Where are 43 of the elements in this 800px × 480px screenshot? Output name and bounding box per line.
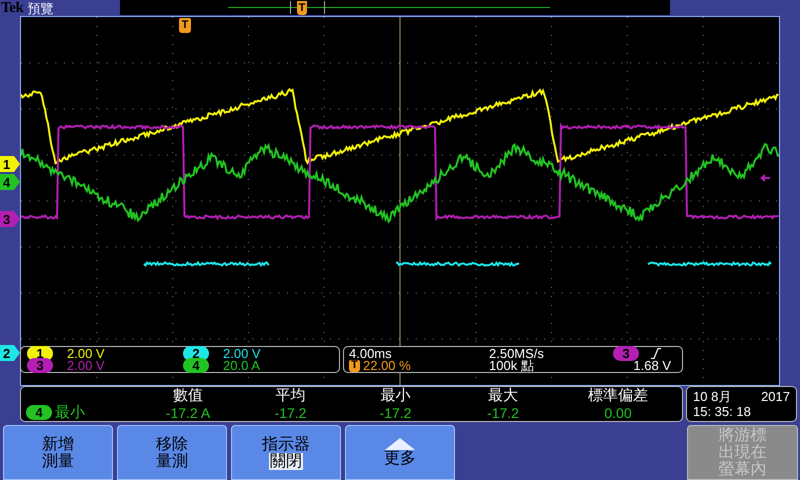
measurement-value: -17.2 A [164,406,212,420]
channel-badge: 4 [26,405,52,420]
channel-badge: 4 [183,358,209,374]
rising-edge-icon [651,348,661,359]
brand-logo: Tek [1,0,24,16]
softkey-button[interactable]: 指示器 關閉 [231,425,341,480]
measurement-value: -17.2 [378,406,412,420]
trigger-marker: T [179,18,191,33]
channel-marker[interactable]: 1 [0,156,20,172]
trigger-marker: T [297,1,307,15]
date: 10 8月 [693,389,732,404]
acquisition-status: 預覽 [28,2,54,14]
channel-scale: 2.00 V [223,346,261,360]
trigger-level-icon [760,174,770,182]
measurement-value: -17.2 [486,406,520,420]
column-header: 最大 [487,388,519,403]
column-header: 平均 [274,388,306,403]
up-arrow-icon [385,438,415,450]
channel-marker[interactable]: 3 [0,211,20,227]
measurement-value: -17.2 [274,406,308,420]
channel-scale: 20.0 A [223,359,260,372]
record-length: 100k 點 [489,359,534,372]
softkey-button[interactable]: 移除 量測 [117,425,227,480]
horizontal-scale: 4.00ms [349,346,392,360]
column-header: 標準偏差 [587,388,649,403]
channel-scale: 2.00 V [67,346,105,360]
year: 2017 [761,389,790,404]
softkey-button[interactable]: 新增 測量 [3,425,113,480]
measurement-value: 0.00 [603,406,633,420]
trigger-marker: T [349,360,360,372]
measurement-type: 最小 [55,405,85,420]
channel-badge: 3 [27,358,53,374]
channel-badge: 3 [613,346,639,361]
trigger-level: 1.68 V [632,359,672,372]
sample-rate: 2.50MS/s [489,346,545,360]
channel-marker[interactable]: 2 [0,345,20,361]
column-header: 數值 [172,388,204,403]
column-header: 最小 [380,388,412,403]
more-button[interactable]: 更多 [345,425,455,480]
channel-scale: 2.00 V [67,359,105,372]
time: 15: 35: 18 [693,404,752,419]
channel-marker[interactable]: 4 [0,174,20,190]
trigger-position: 22.00 % [363,359,411,372]
